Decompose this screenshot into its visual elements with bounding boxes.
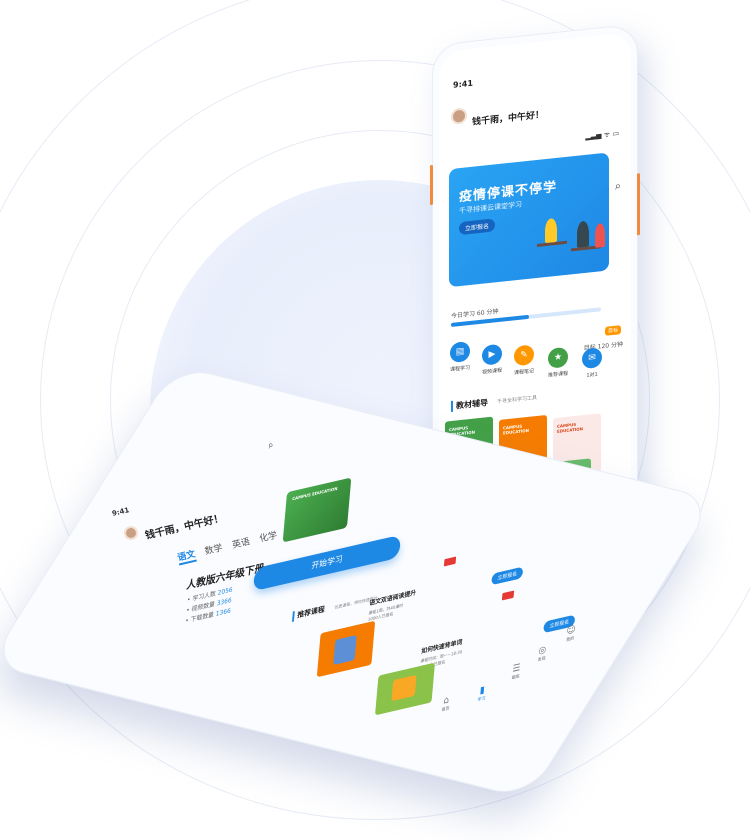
- menu-item-label: 推荐课程: [547, 370, 568, 379]
- banner-student-illustration-3: [595, 222, 605, 248]
- menu-item-notes[interactable]: ✎ 课程笔记: [511, 344, 537, 377]
- status-time: 9:41: [453, 78, 473, 90]
- menu-item-video[interactable]: ▶ 视频课程: [479, 343, 505, 376]
- tab-label: 我的: [566, 635, 575, 643]
- hot-badge: [443, 556, 457, 567]
- menu-item-label: 1对1: [586, 371, 598, 379]
- greeting: 钱千雨，中午好！: [472, 110, 545, 128]
- stat-value: 1366: [215, 607, 232, 619]
- menu-item-course[interactable]: ▤ 课程学习: [447, 341, 473, 374]
- banner-signup-button[interactable]: 立即报名: [459, 218, 496, 236]
- menu-item-label: 视频课程: [481, 367, 502, 376]
- promo-banner[interactable]: 疫情停课不停学 千寻排课云课堂学习 立即报名: [449, 152, 609, 288]
- course-signup-button[interactable]: 立即报名: [491, 566, 524, 586]
- stat-label: 下载数量: [190, 611, 215, 624]
- tab-label: 学习: [477, 695, 486, 703]
- phone-lying-screen: 9:41 钱千雨，中午好！ ⌕ 语文 数学 英语 化学 更多 人教版六年级下册 …: [82, 432, 622, 732]
- tab-questions[interactable]: ☰ 题库: [511, 663, 520, 682]
- phone-upright-side-button: [637, 173, 640, 236]
- star-icon: ★: [548, 346, 568, 369]
- showcase-stage: 9:41 ▂▃▅ ᯤ ▭ 钱千雨，中午好！ ⌕ 疫情停课不停学 千寻排课云课堂学…: [0, 0, 750, 840]
- phone-lying: 9:41 钱千雨，中午好！ ⌕ 语文 数学 英语 化学 更多 人教版六年级下册 …: [0, 364, 716, 800]
- status-time: 9:41: [111, 506, 131, 518]
- search-icon[interactable]: ⌕: [615, 179, 621, 194]
- cover-title: CAMPUS EDUCATION: [291, 485, 338, 502]
- book-icon: ▤: [450, 341, 470, 364]
- avatar[interactable]: [451, 107, 467, 126]
- note-icon: ✎: [514, 344, 534, 367]
- status-icons: ▂▃▅ ᯤ ▭: [585, 129, 619, 141]
- menu-item-label: 课程笔记: [513, 368, 534, 377]
- avatar[interactable]: [124, 526, 138, 540]
- tab-profile[interactable]: ☺ 我的: [565, 625, 576, 644]
- banner-student-illustration: [545, 217, 557, 244]
- tab-label: 发现: [537, 655, 546, 663]
- tab-home[interactable]: ⌂ 首页: [441, 695, 450, 714]
- tab-study[interactable]: ▮ 学习: [477, 685, 486, 704]
- menu-item-recommend[interactable]: ★ 推荐课程: [545, 346, 571, 379]
- greeting: 钱千雨，中午好！: [144, 513, 225, 542]
- search-icon[interactable]: ⌕: [267, 440, 275, 452]
- section-title: 教材辅导: [451, 397, 488, 413]
- section-subtitle: 千寻全科学习工具: [497, 394, 538, 406]
- tab-label: 题库: [511, 673, 520, 681]
- banner-student-illustration-2: [577, 220, 589, 248]
- phone-upright-side-button-left: [430, 164, 433, 206]
- chat-icon: ✉: [582, 347, 602, 370]
- tab-discover[interactable]: ◎ 发现: [537, 645, 546, 664]
- quick-menu: ▤ 课程学习 ▶ 视频课程 ✎ 课程笔记 ★ 推荐课程 ✉ 1对1: [447, 325, 623, 393]
- menu-item-label: 课程学习: [449, 365, 470, 374]
- menu-item-one-on-one[interactable]: ✉ 1对1: [579, 347, 605, 380]
- tab-label: 首页: [441, 705, 450, 713]
- video-icon: ▶: [482, 343, 502, 366]
